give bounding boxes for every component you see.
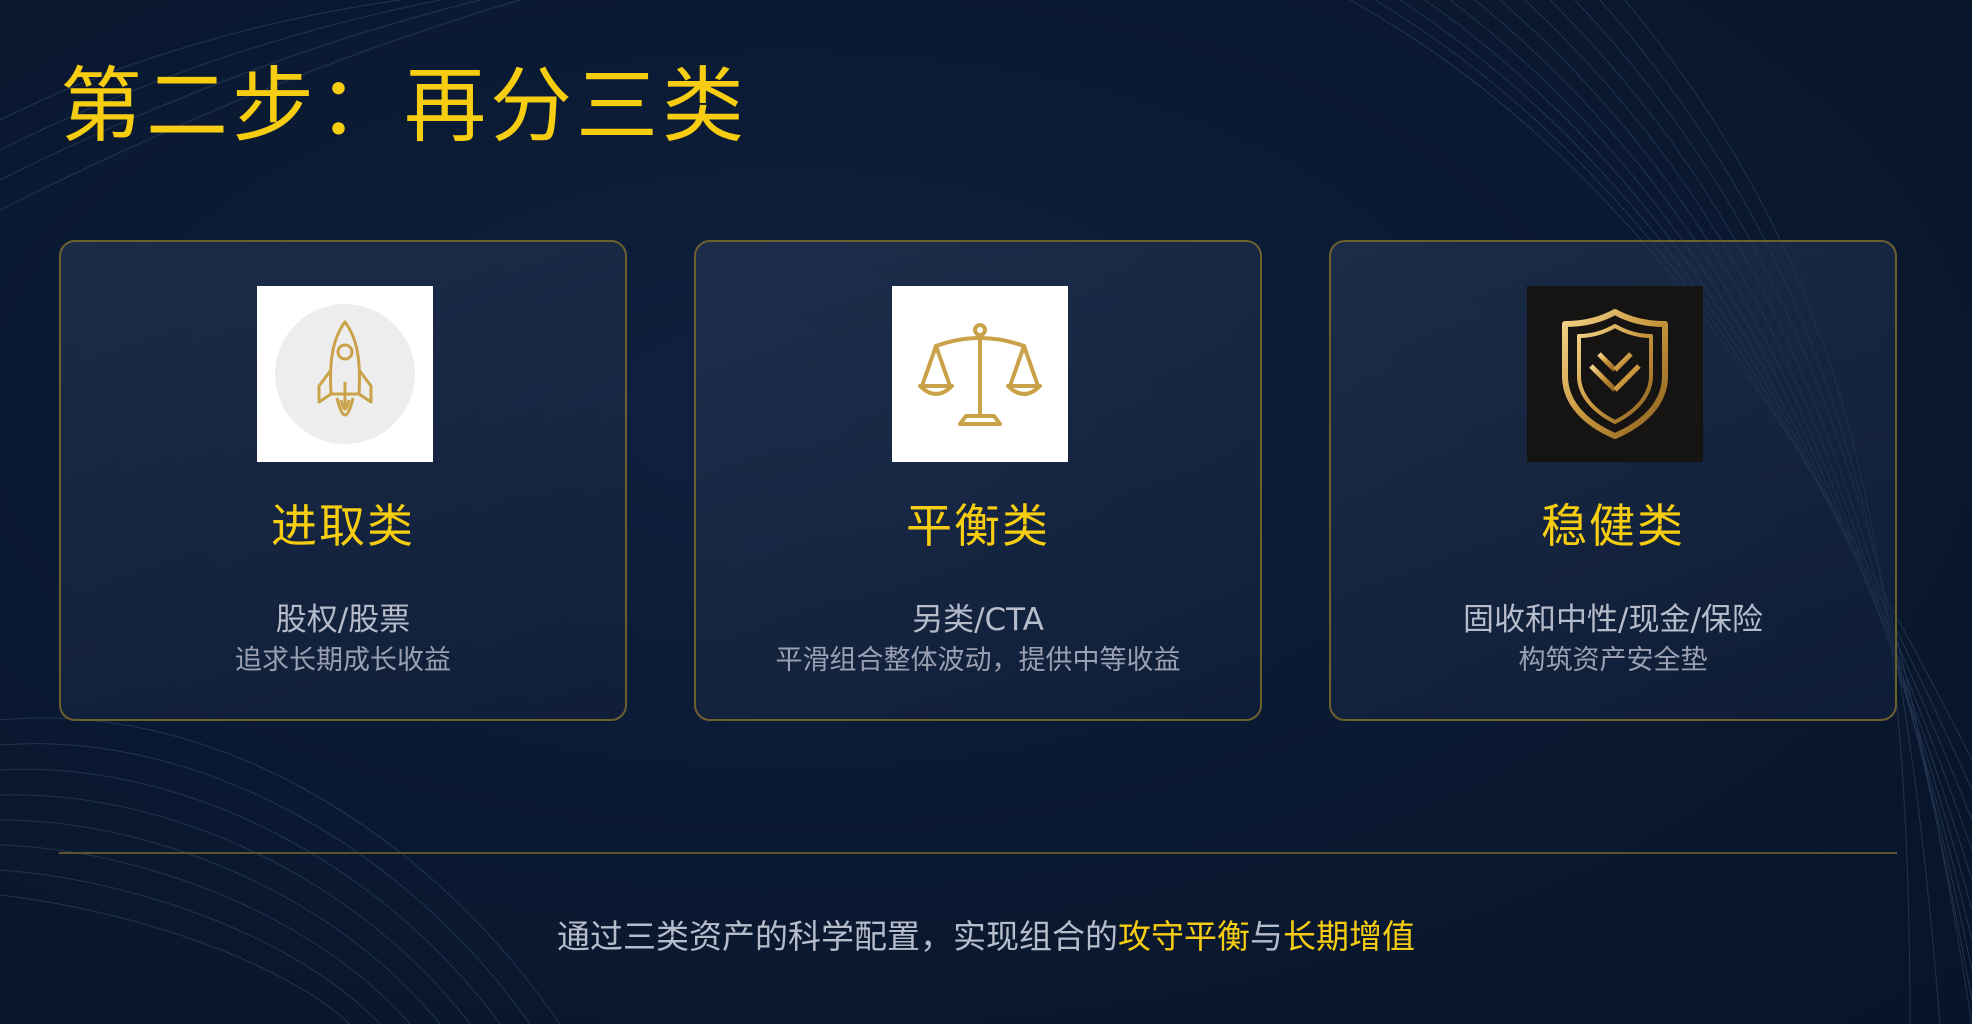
card-balanced: 平衡类 另类/CTA 平滑组合整体波动，提供中等收益 (694, 240, 1262, 721)
card-subtitle: 固收和中性/现金/保险 (1463, 602, 1763, 638)
footer-text: 与 (1250, 917, 1283, 956)
rocket-icon (275, 304, 415, 444)
card-description: 构筑资产安全垫 (1518, 645, 1708, 676)
page-title: 第二步：再分三类 (60, 59, 749, 154)
footer-highlight: 长期增值 (1283, 917, 1415, 956)
card-conservative: 稳健类 固收和中性/现金/保险 构筑资产安全垫 (1329, 240, 1897, 721)
card-subtitle: 股权/股票 (275, 602, 411, 638)
card-description: 平滑组合整体波动，提供中等收益 (775, 645, 1181, 676)
card-description: 追求长期成长收益 (235, 645, 451, 676)
card-aggressive: 进取类 股权/股票 追求长期成长收益 (59, 240, 627, 721)
divider (59, 852, 1897, 854)
shield-icon (1562, 309, 1668, 439)
card-icon-frame (1527, 286, 1703, 462)
card-icon-frame (257, 286, 433, 462)
card-icon-frame (892, 286, 1068, 462)
card-subtitle: 另类/CTA (912, 602, 1044, 638)
footer-highlight: 攻守平衡 (1118, 917, 1250, 956)
card-title: 稳健类 (1541, 499, 1685, 553)
footer-summary: 通过三类资产的科学配置，实现组合的攻守平衡与长期增值 (0, 910, 1972, 958)
balance-scale-icon (918, 323, 1042, 426)
footer-text: 通过三类资产的科学配置，实现组合的 (557, 917, 1118, 956)
card-title: 进取类 (271, 499, 415, 553)
card-title: 平衡类 (906, 499, 1050, 553)
